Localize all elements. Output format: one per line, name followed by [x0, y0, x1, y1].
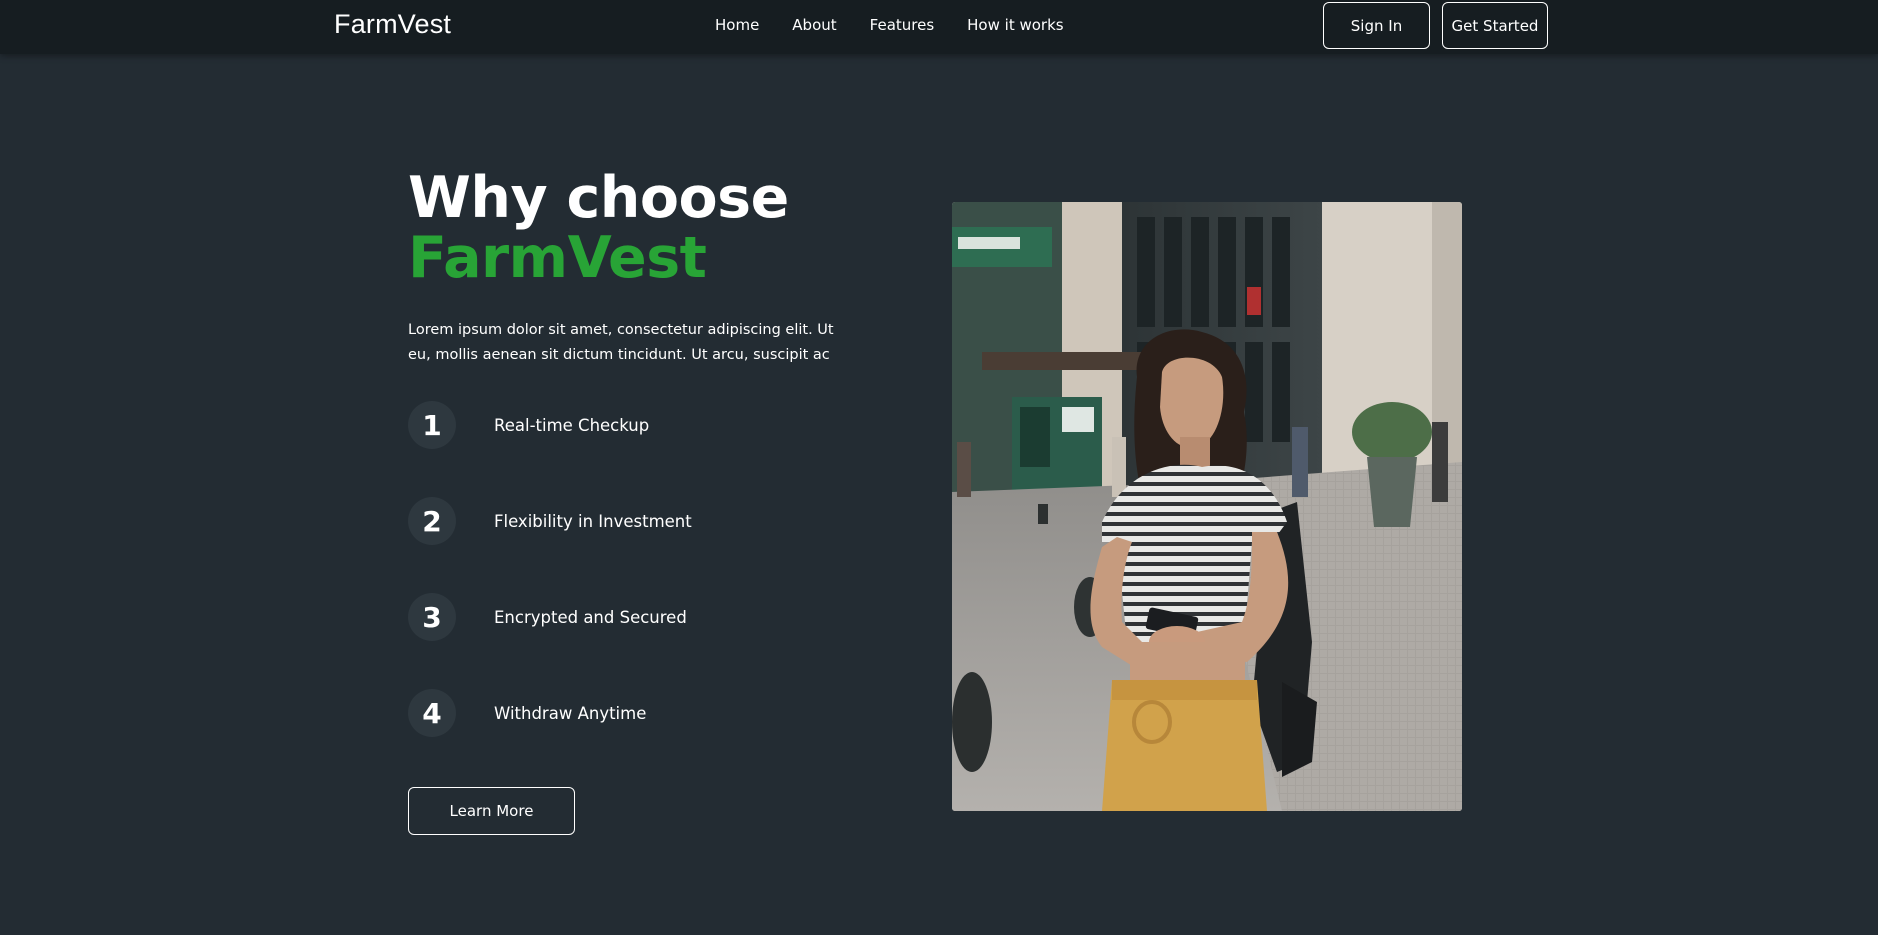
hero-title-line1: Why choose: [408, 165, 789, 231]
nav-link-home[interactable]: Home: [715, 14, 759, 36]
feature-label: Encrypted and Secured: [494, 607, 687, 627]
nav-link-about[interactable]: About: [792, 14, 836, 36]
feature-item: 4 Withdraw Anytime: [408, 688, 646, 738]
feature-item: 1 Real-time Checkup: [408, 400, 649, 450]
feature-label: Real-time Checkup: [494, 415, 650, 435]
sign-in-button[interactable]: Sign In: [1323, 2, 1430, 49]
hero-description: Lorem ipsum dolor sit amet, consectetur …: [408, 322, 834, 363]
logo[interactable]: FarmVest: [334, 9, 451, 40]
feature-label: Withdraw Anytime: [494, 703, 647, 723]
learn-more-button[interactable]: Learn More: [408, 787, 575, 835]
navbar: FarmVest Home About Features How it work…: [0, 0, 1878, 54]
hero-title-brand: FarmVest: [408, 225, 707, 291]
hero-title: Why choose FarmVest: [408, 168, 789, 288]
nav-link-how-it-works[interactable]: How it works: [967, 14, 1063, 36]
feature-item: 3 Encrypted and Secured: [408, 592, 687, 642]
nav-links: Home About Features How it works: [715, 14, 1097, 36]
feature-label: Flexibility in Investment: [494, 511, 692, 531]
feature-item: 2 Flexibility in Investment: [408, 496, 692, 546]
get-started-button[interactable]: Get Started: [1442, 2, 1548, 49]
feature-number-badge: 2: [408, 497, 456, 545]
feature-number-badge: 1: [408, 401, 456, 449]
street-photo-illustration: [952, 202, 1462, 811]
nav-link-features[interactable]: Features: [870, 14, 935, 36]
feature-number-badge: 4: [408, 689, 456, 737]
hero-photo: [952, 202, 1462, 811]
feature-number-badge: 3: [408, 593, 456, 641]
